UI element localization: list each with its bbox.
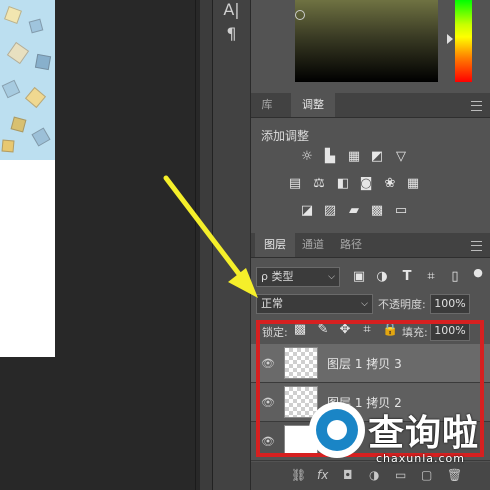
layer-style-icon[interactable]: fx — [317, 468, 328, 482]
tab-channels[interactable]: 通道 — [297, 233, 329, 257]
watermark-logo-center — [327, 420, 347, 440]
character-panel-icon[interactable]: A| — [213, 0, 250, 19]
watermark-text: 查询啦 — [368, 413, 480, 454]
layers-menu-icon[interactable] — [471, 241, 482, 251]
layers-bottom-bar: ⛓ fx ◘ ◑ ▭ ▢ 🗑 — [251, 462, 490, 490]
watermark-url: chaxunla.com — [376, 452, 465, 465]
new-layer-icon[interactable]: ▢ — [421, 468, 432, 482]
filter-pixel-icon[interactable]: ▣ — [352, 270, 366, 284]
opacity-label: 不透明度: — [378, 298, 426, 311]
threshold-icon[interactable]: ▰ — [347, 204, 361, 218]
channel-mixer-icon[interactable]: ❀ — [383, 177, 397, 191]
delete-layer-icon[interactable]: 🗑 — [447, 468, 462, 482]
layer-mask-icon[interactable]: ◘ — [343, 468, 353, 482]
adjustments-title: 添加调整 — [261, 129, 310, 143]
vibrance-icon[interactable]: ▽ — [394, 150, 408, 164]
color-field[interactable] — [295, 0, 438, 82]
invert-icon[interactable]: ◪ — [300, 204, 314, 218]
tab-adjustments[interactable]: 调整 — [291, 93, 335, 117]
hue-slider[interactable] — [455, 0, 472, 82]
color-lookup-icon[interactable]: ▦ — [406, 177, 420, 191]
levels-icon[interactable]: ▙ — [323, 150, 337, 164]
hue-saturation-icon[interactable]: ▤ — [288, 177, 302, 191]
filter-smart-object-icon[interactable]: ▯ — [448, 270, 462, 284]
filter-adjustment-icon[interactable]: ◑ — [375, 270, 389, 284]
yellow-arrow — [163, 175, 258, 298]
chevron-down-icon: ⌵ — [328, 272, 335, 282]
photo-filter-icon[interactable]: ◙ — [359, 177, 373, 191]
adjustments-tabbar: 库 调整 — [251, 93, 490, 118]
filter-toggle-icon[interactable]: ● — [471, 266, 485, 280]
exposure-icon[interactable]: ◩ — [370, 150, 384, 164]
blend-mode-select[interactable]: 正常 ⌵ — [256, 294, 373, 314]
document-white-area — [0, 160, 55, 357]
posterize-icon[interactable]: ▨ — [323, 204, 337, 218]
filter-type-icon[interactable]: T — [400, 270, 414, 284]
tab-library[interactable]: 库 — [251, 93, 283, 117]
hue-slider-handle[interactable] — [447, 34, 453, 44]
new-group-icon[interactable]: ▭ — [395, 468, 406, 482]
opacity-field[interactable]: 100% — [430, 294, 470, 314]
document-pattern-image — [0, 0, 55, 160]
link-layers-icon[interactable]: ⛓ — [291, 468, 306, 482]
brightness-icon[interactable]: ☼ — [300, 150, 314, 164]
gradient-map-icon[interactable]: ▭ — [394, 204, 408, 218]
layers-tabbar: 图层 通道 路径 — [251, 233, 490, 258]
tab-paths[interactable]: 路径 — [335, 233, 367, 257]
paragraph-panel-icon[interactable]: ¶ — [213, 24, 250, 43]
black-white-icon[interactable]: ◧ — [336, 177, 350, 191]
color-field-marker[interactable] — [295, 10, 305, 20]
color-balance-icon[interactable]: ⚖ — [312, 177, 326, 191]
filter-shape-icon[interactable]: ⌗ — [424, 270, 438, 284]
new-adjustment-icon[interactable]: ◑ — [369, 468, 379, 482]
curves-icon[interactable]: ▦ — [347, 150, 361, 164]
selective-color-icon[interactable]: ▩ — [370, 204, 384, 218]
chevron-down-icon: ⌵ — [361, 299, 368, 309]
adjustments-menu-icon[interactable] — [471, 101, 482, 111]
